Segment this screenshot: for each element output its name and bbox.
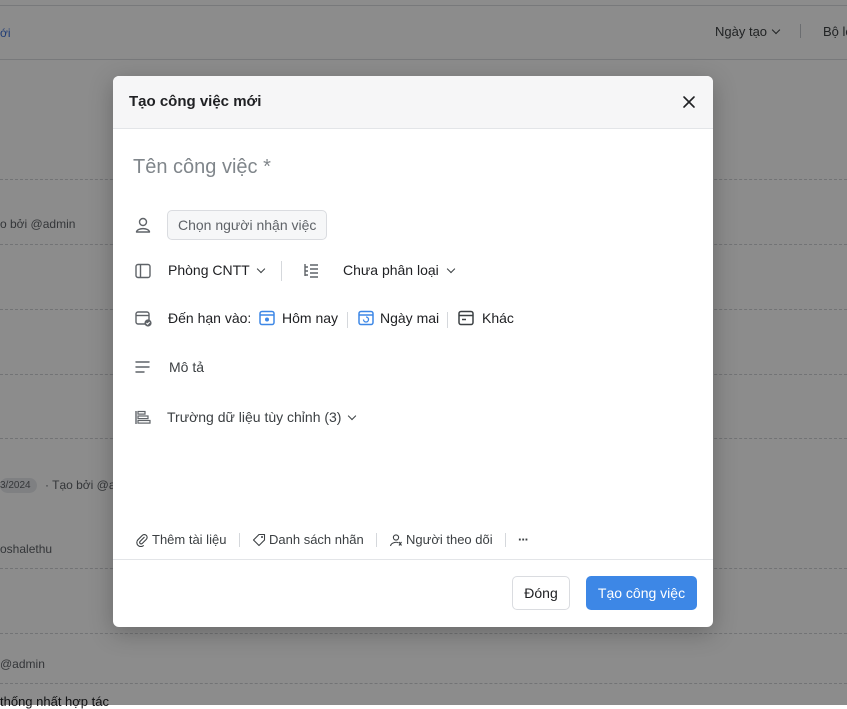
custom-fields-label: Trường dữ liệu tùy chỉnh (3)	[167, 409, 342, 425]
followers-button[interactable]: Người theo dõi	[389, 532, 493, 547]
create-task-modal: Tạo công việc mới Tên công việc * Chọn n…	[113, 76, 713, 627]
follower-icon	[389, 533, 402, 546]
description-label: Mô tả	[169, 359, 205, 375]
assignee-row: Chọn người nhận việc	[133, 210, 328, 240]
calendar-check-icon	[133, 308, 153, 328]
add-attachment-label: Thêm tài liệu	[152, 532, 227, 547]
close-icon[interactable]	[681, 94, 697, 110]
due-date-row: Đến hạn vào: Hôm nay Ngày mai Khác	[133, 303, 693, 333]
divider	[376, 533, 377, 547]
custom-fields-icon	[133, 407, 153, 427]
calendar-icon	[457, 309, 477, 329]
add-attachment-button[interactable]: Thêm tài liệu	[135, 532, 226, 547]
calendar-tomorrow-icon	[357, 309, 377, 329]
tag-list-label: Danh sách nhãn	[269, 532, 364, 547]
classification-row: Phòng CNTT Chưa phân loại	[133, 256, 693, 286]
divider	[447, 312, 448, 328]
divider	[239, 533, 240, 547]
chevron-down-icon	[347, 411, 357, 421]
due-label: Đến hạn vào:	[168, 310, 252, 326]
more-options-button[interactable]: ···	[518, 532, 529, 547]
modal-header: Tạo công việc mới	[113, 76, 713, 129]
create-task-button[interactable]: Tạo công việc	[586, 576, 697, 610]
category-label: Chưa phân loại	[343, 262, 439, 278]
user-icon	[133, 215, 153, 235]
text-lines-icon	[133, 357, 153, 377]
tag-list-button[interactable]: Danh sách nhãn	[252, 532, 364, 547]
divider	[281, 261, 282, 281]
task-name-input[interactable]: Tên công việc *	[133, 156, 271, 179]
close-button[interactable]: Đóng	[512, 576, 570, 610]
due-today-label: Hôm nay	[282, 310, 339, 326]
assignee-select[interactable]: Chọn người nhận việc	[167, 210, 328, 240]
modal-title: Tạo công việc mới	[129, 93, 262, 110]
divider	[347, 312, 348, 328]
paperclip-icon	[136, 533, 148, 547]
description-row[interactable]: Mô tả	[133, 352, 204, 382]
department-label: Phòng CNTT	[168, 262, 250, 278]
list-tree-icon	[301, 261, 321, 281]
due-other-label: Khác	[482, 310, 514, 326]
chevron-down-icon	[256, 264, 266, 274]
due-tomorrow-label: Ngày mai	[380, 310, 440, 326]
custom-fields-toggle[interactable]: Trường dữ liệu tùy chỉnh (3)	[133, 402, 433, 432]
chevron-down-icon	[446, 264, 456, 274]
sidebar-layout-icon	[133, 261, 153, 281]
followers-label: Người theo dõi	[406, 532, 493, 547]
modal-footer: Đóng Tạo công việc	[113, 559, 713, 627]
calendar-today-icon	[258, 309, 278, 329]
divider	[505, 533, 506, 547]
tag-icon	[252, 533, 266, 546]
attachment-toolbar: Thêm tài liệu Danh sách nhãn Người theo …	[133, 528, 693, 550]
